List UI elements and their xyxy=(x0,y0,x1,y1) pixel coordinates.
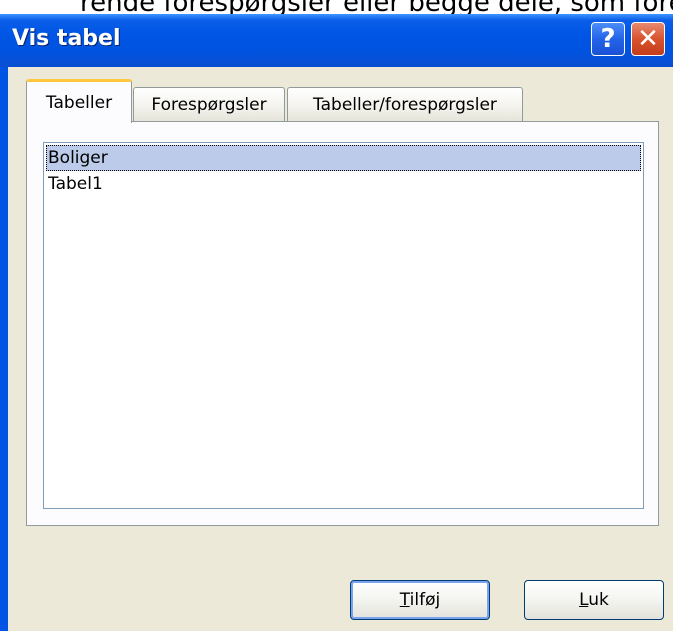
tab-tabeller[interactable]: Tabeller xyxy=(26,79,132,123)
close-window-button[interactable]: ✕ xyxy=(631,22,665,56)
list-item-boliger[interactable]: Boliger xyxy=(46,145,641,171)
title-bar[interactable]: Vis tabel ? ✕ xyxy=(0,14,673,67)
close-icon: ✕ xyxy=(637,24,659,54)
add-button[interactable]: Tilføj xyxy=(350,580,490,620)
tab-forespoergsler[interactable]: Forespørgsler xyxy=(133,87,285,121)
list-item-label: Tabel1 xyxy=(48,174,103,194)
add-button-label: Tilføj xyxy=(399,590,441,610)
list-item-tabel1[interactable]: Tabel1 xyxy=(46,171,641,197)
tab-label: Forespørgsler xyxy=(151,94,267,115)
tab-label: Tabeller xyxy=(45,92,113,113)
tab-label: Tabeller/forespørgsler xyxy=(313,94,497,115)
tab-panel: Boliger Tabel1 xyxy=(26,121,659,526)
list-item-label: Boliger xyxy=(48,148,108,168)
help-icon: ? xyxy=(600,24,616,54)
dialog-client-area: Tabeller Forespørgsler Tabeller/forespør… xyxy=(8,67,673,631)
tab-tabeller-forespoergsler[interactable]: Tabeller/forespørgsler xyxy=(287,87,523,121)
dialog-title: Vis tabel xyxy=(12,26,121,51)
close-button[interactable]: Luk xyxy=(524,580,664,620)
table-listbox[interactable]: Boliger Tabel1 xyxy=(43,142,644,509)
vis-tabel-dialog: Vis tabel ? ✕ Tabeller Forespørgsler Tab… xyxy=(0,14,673,631)
help-button[interactable]: ? xyxy=(591,22,625,56)
close-button-label: Luk xyxy=(579,590,609,610)
